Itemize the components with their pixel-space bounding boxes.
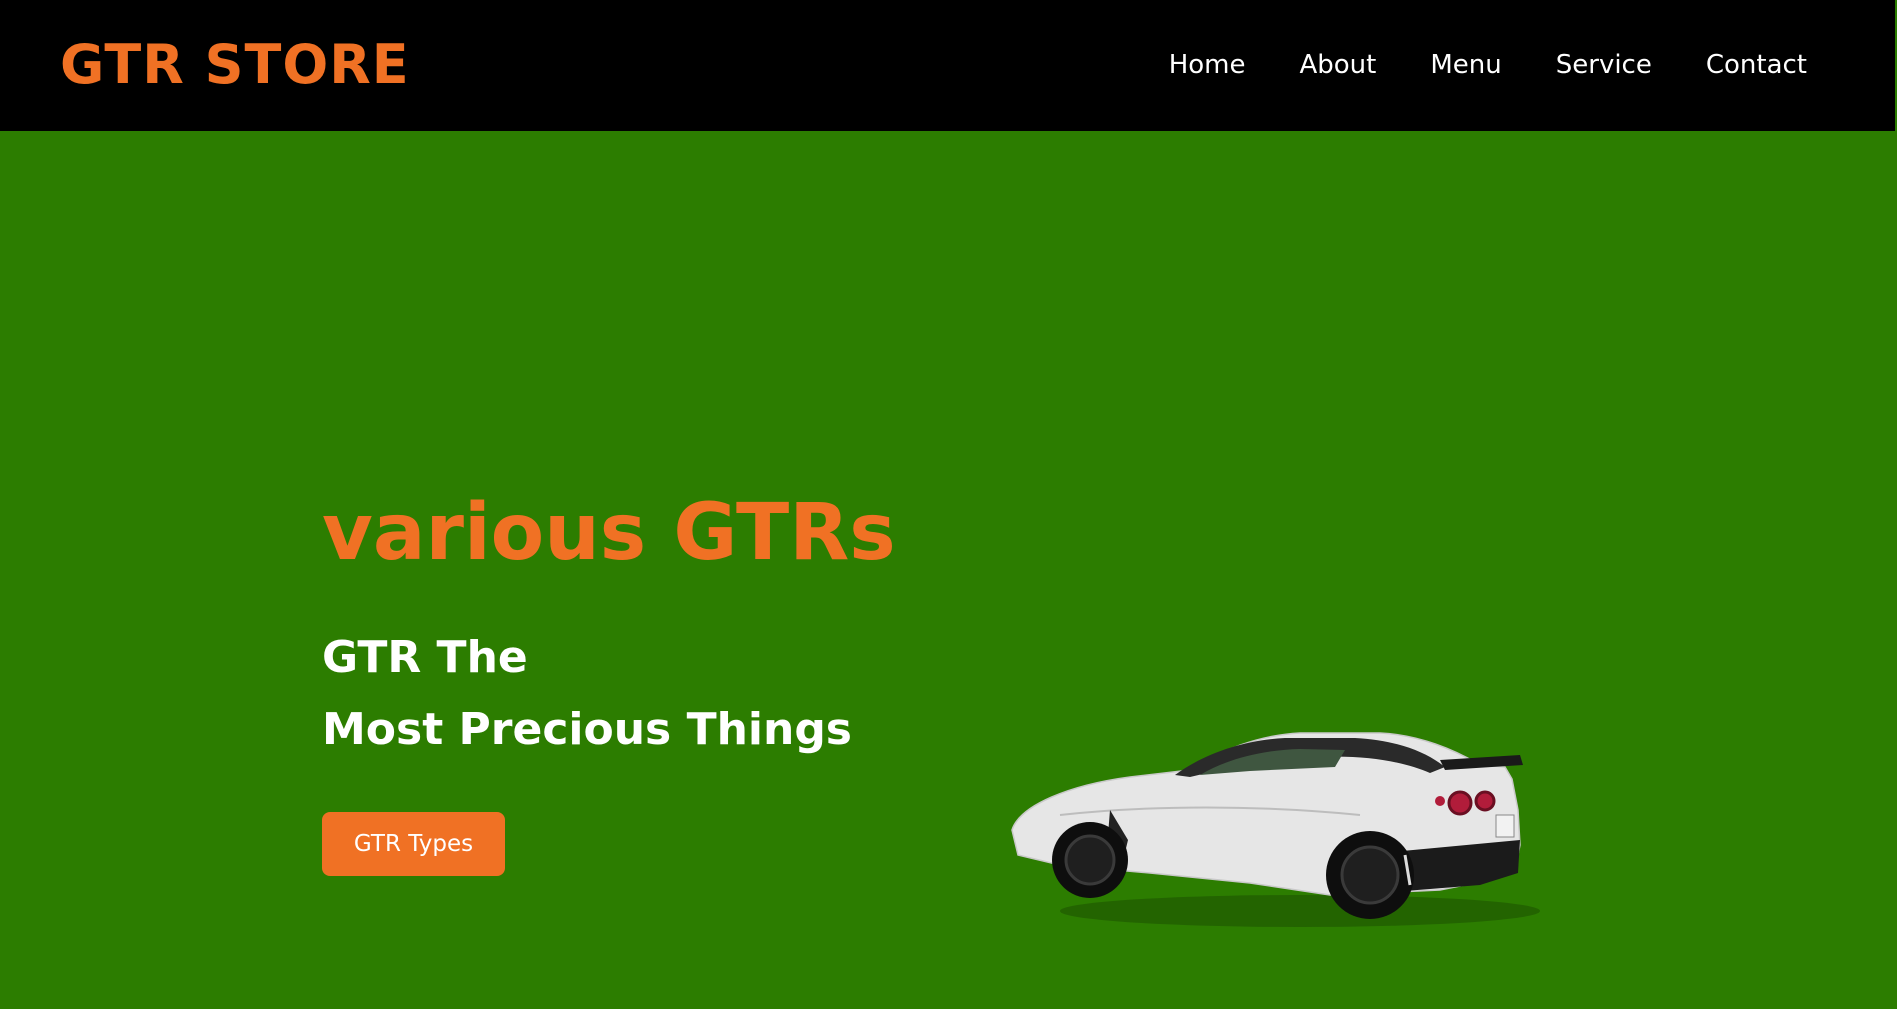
nav-link-service[interactable]: Service [1556,44,1652,86]
nav-link-menu[interactable]: Menu [1430,44,1501,86]
hero-subtitle-line-2: Most Precious Things [322,704,852,755]
gtr-types-button[interactable]: GTR Types [322,812,505,876]
hero-subtitle: GTR The Most Precious Things [322,622,852,766]
page: GTR STORE Home About Menu Service Contac… [0,0,1897,1009]
nav-link-contact[interactable]: Contact [1706,44,1807,86]
site-logo[interactable]: GTR STORE [60,30,410,100]
hero-title: various GTRs [322,488,896,578]
nav-link-about[interactable]: About [1299,44,1376,86]
hero-subtitle-line-1: GTR The [322,632,528,683]
main-nav: Home About Menu Service Contact [1169,44,1807,86]
nav-link-home[interactable]: Home [1169,44,1246,86]
car-image [1011,732,1540,927]
top-navbar: GTR STORE Home About Menu Service Contac… [0,0,1897,131]
